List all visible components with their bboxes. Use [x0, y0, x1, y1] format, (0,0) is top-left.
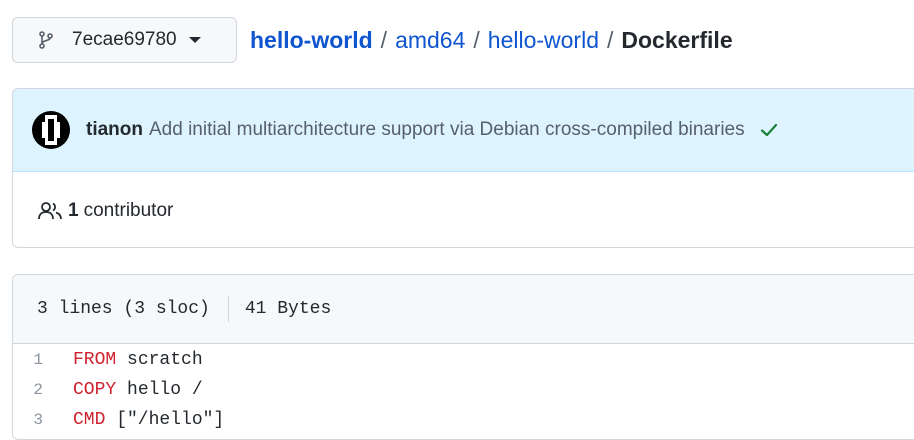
header-divider — [227, 296, 229, 322]
line-number[interactable]: 2 — [13, 381, 73, 399]
contributor-count: 1 — [68, 199, 79, 221]
top-bar: 7ecae69780 hello-world / amd64 / hello-w… — [12, 17, 733, 63]
git-branch-icon — [39, 31, 53, 49]
latest-commit-box: tianon Add initial multiarchitecture sup… — [12, 88, 914, 248]
breadcrumb-current-file: Dockerfile — [621, 26, 733, 53]
commit-message-link[interactable]: Add initial multiarchitecture support vi… — [149, 119, 745, 141]
code-block: 1 FROM scratch 2 COPY hello / 3 CMD ["/h… — [13, 344, 914, 435]
code-keyword: CMD — [73, 410, 106, 430]
breadcrumb-separator: / — [607, 26, 614, 53]
branch-label: 7ecae69780 — [72, 29, 177, 50]
code-line: 2 COPY hello / — [13, 375, 914, 405]
line-number[interactable]: 3 — [13, 411, 73, 429]
chevron-down-icon — [188, 37, 201, 43]
branch-select-button[interactable]: 7ecae69780 — [12, 17, 237, 63]
file-lines-info: 3 lines (3 sloc) — [37, 299, 210, 319]
breadcrumb-separator: / — [473, 26, 480, 53]
file-size: 41 Bytes — [244, 299, 332, 319]
code-keyword: COPY — [73, 380, 117, 400]
breadcrumb: hello-world / amd64 / hello-world / Dock… — [250, 27, 733, 54]
commit-header: tianon Add initial multiarchitecture sup… — [13, 89, 914, 172]
file-header: 3 lines (3 sloc) 41 Bytes — [13, 275, 914, 344]
file-viewer: 3 lines (3 sloc) 41 Bytes 1 FROM scratch… — [12, 274, 914, 440]
check-icon[interactable] — [759, 120, 779, 140]
breadcrumb-separator: / — [380, 26, 388, 53]
contributors-row[interactable]: 1 contributor — [13, 172, 914, 247]
commit-author-link[interactable]: tianon — [86, 119, 143, 141]
code-keyword: FROM — [73, 350, 117, 370]
breadcrumb-repo-link[interactable]: hello-world — [250, 27, 373, 54]
code-text: scratch — [116, 350, 203, 370]
code-line: 3 CMD ["/hello"] — [13, 405, 914, 435]
contributor-label: contributor — [83, 199, 174, 221]
breadcrumb-dir-hello-world-link[interactable]: hello-world — [488, 27, 599, 54]
avatar[interactable] — [32, 111, 70, 149]
code-text: ["/hello"] — [105, 410, 225, 430]
people-icon — [38, 201, 62, 219]
line-number[interactable]: 1 — [13, 351, 73, 369]
breadcrumb-dir-amd64-link[interactable]: amd64 — [395, 27, 465, 54]
code-line: 1 FROM scratch — [13, 345, 914, 375]
code-text: hello / — [116, 380, 203, 400]
